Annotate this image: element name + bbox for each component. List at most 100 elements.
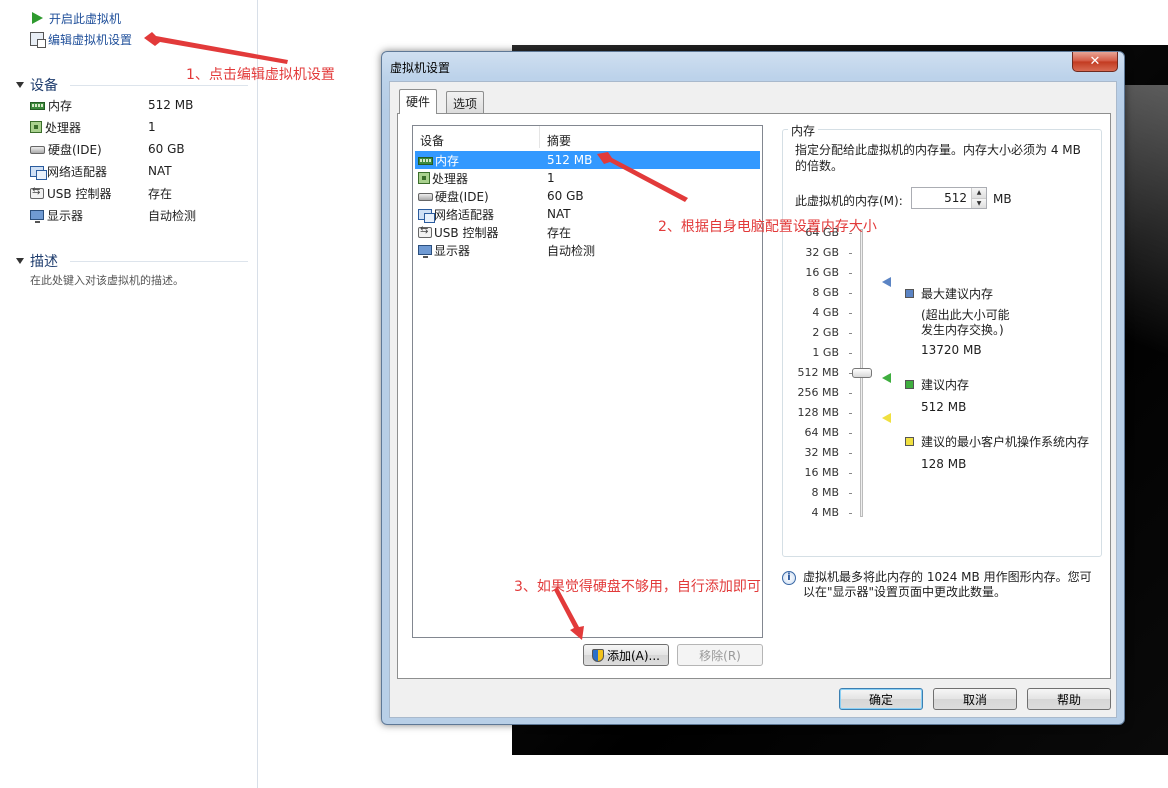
scale-tick-mark <box>849 493 852 494</box>
memory-size-input[interactable]: 512 ▲ ▼ <box>911 187 987 209</box>
scale-tick-mark <box>849 513 852 514</box>
memory-group: 内存 指定分配给此虚拟机的内存量。内存大小必须为 4 MB 的倍数。 此虚拟机的… <box>782 122 1102 557</box>
scale-tick-mark <box>849 253 852 254</box>
device-value: 60 GB <box>148 142 185 156</box>
collapse-triangle-icon <box>16 258 24 264</box>
tab-hardware[interactable]: 硬件 <box>399 89 438 114</box>
memory-size-value[interactable]: 512 <box>912 191 971 205</box>
row-summary: 1 <box>547 171 555 185</box>
device-list-header: 设备 摘要 <box>413 126 762 148</box>
recommended-color-icon <box>905 380 914 389</box>
cancel-button[interactable]: 取消 <box>933 688 1017 710</box>
device-list-row-memory[interactable]: 内存 512 MB <box>415 151 760 169</box>
vm-details-panel: 开启此虚拟机 编辑虚拟机设置 设备 内存 512 MB 处理器 1 硬盘(IDE… <box>0 0 258 788</box>
memory-field-label: 此虚拟机的内存(M): <box>795 194 903 208</box>
device-name: 硬盘(IDE) <box>48 142 102 157</box>
memory-spinner[interactable]: ▲ ▼ <box>971 188 986 208</box>
row-summary: 60 GB <box>547 189 584 203</box>
edit-settings-icon <box>30 32 46 48</box>
row-summary: 存在 <box>547 225 572 240</box>
memory-group-title: 内存 <box>788 122 819 139</box>
device-list-row-processor[interactable]: 处理器 1 <box>415 169 760 187</box>
section-divider <box>70 84 248 86</box>
usb-controller-icon <box>30 186 44 199</box>
device-row-display[interactable]: 显示器 自动检测 <box>30 204 240 226</box>
device-value: NAT <box>148 164 172 178</box>
scale-tick-mark <box>849 313 852 314</box>
network-adapter-icon <box>418 208 435 223</box>
scale-tick-label: 16 MB <box>804 466 839 479</box>
scale-tick-label: 4 MB <box>811 506 839 519</box>
max-recommended-color-icon <box>905 289 914 298</box>
description-section-header[interactable]: 描述 <box>16 251 248 271</box>
device-name: 网络适配器 <box>47 164 108 179</box>
device-list-row-hard-disk[interactable]: 硬盘(IDE) 60 GB <box>415 187 760 205</box>
device-list-row-display[interactable]: 显示器 自动检测 <box>415 241 760 259</box>
description-section-title: 描述 <box>30 254 58 270</box>
add-device-button[interactable]: 添加(A)... <box>583 644 669 666</box>
row-summary: 512 MB <box>547 153 593 167</box>
memory-slider-thumb[interactable] <box>852 368 872 378</box>
scale-tick-mark <box>849 273 852 274</box>
scale-tick-label: 64 MB <box>804 426 839 439</box>
help-button[interactable]: 帮助 <box>1027 688 1111 710</box>
remove-device-button[interactable]: 移除(R) <box>677 644 763 666</box>
display-icon <box>418 245 432 258</box>
scale-tick-mark <box>849 353 852 354</box>
processor-icon <box>30 121 42 133</box>
device-row-usb[interactable]: USB 控制器 存在 <box>30 182 240 204</box>
device-name: 处理器 <box>45 120 82 135</box>
memory-icon <box>418 157 433 165</box>
device-row-network[interactable]: 网络适配器 NAT <box>30 160 240 182</box>
power-on-label: 开启此虚拟机 <box>49 11 122 26</box>
row-device: 网络适配器 <box>434 207 495 222</box>
memory-description: 指定分配给此虚拟机的内存量。内存大小必须为 4 MB 的倍数。 <box>795 143 1081 173</box>
scale-tick-label: 8 GB <box>812 286 839 299</box>
scale-tick-mark <box>849 293 852 294</box>
device-value: 存在 <box>148 186 173 201</box>
scale-tick-mark <box>849 413 852 414</box>
scale-tick-label: 256 MB <box>797 386 839 399</box>
add-button-label: 添加(A)... <box>606 648 661 663</box>
row-device: 处理器 <box>432 171 469 186</box>
display-icon <box>30 210 44 223</box>
usb-controller-icon <box>418 225 432 238</box>
spin-up-button[interactable]: ▲ <box>972 188 986 199</box>
dialog-title: 虚拟机设置 <box>390 61 451 75</box>
scale-tick-mark <box>849 473 852 474</box>
section-divider <box>70 260 248 262</box>
column-header-summary[interactable]: 摘要 <box>540 126 762 148</box>
recommended-pointer-icon <box>882 373 891 383</box>
description-placeholder[interactable]: 在此处键入对该虚拟机的描述。 <box>30 272 184 288</box>
max-recommended-title: 最大建议内存 <box>921 287 994 301</box>
spin-down-button[interactable]: ▼ <box>972 198 986 208</box>
row-summary: NAT <box>547 207 571 221</box>
annotation-step-1: 1、点击编辑虚拟机设置 <box>186 67 335 83</box>
row-device: USB 控制器 <box>434 225 499 240</box>
device-name: 内存 <box>48 98 73 113</box>
collapse-triangle-icon <box>16 82 24 88</box>
device-value: 1 <box>148 120 156 134</box>
device-row-hard-disk[interactable]: 硬盘(IDE) 60 GB <box>30 138 240 160</box>
device-name: USB 控制器 <box>47 186 112 201</box>
scale-tick-mark <box>849 453 852 454</box>
vm-settings-dialog: 虚拟机设置 ✕ 硬件 选项 设备 摘要 内存 512 MB 处理器 1 硬盘(I… <box>381 51 1125 725</box>
uac-shield-icon <box>591 648 604 662</box>
close-button[interactable]: ✕ <box>1072 52 1118 72</box>
minimum-title: 建议的最小客户机操作系统内存 <box>921 435 1090 449</box>
max-recommended-note-2: 发生内存交换。) <box>921 323 1004 337</box>
device-list[interactable]: 设备 摘要 内存 512 MB 处理器 1 硬盘(IDE) 60 GB 网络适配… <box>412 125 763 638</box>
device-row-memory[interactable]: 内存 512 MB <box>30 94 240 116</box>
hard-disk-icon <box>30 146 45 154</box>
edit-vm-settings-command[interactable]: 编辑虚拟机设置 <box>30 30 132 48</box>
tab-options[interactable]: 选项 <box>446 91 485 113</box>
scale-tick-label: 16 GB <box>805 266 839 279</box>
power-on-command[interactable]: 开启此虚拟机 <box>30 9 121 27</box>
processor-icon <box>418 172 430 184</box>
device-row-processor[interactable]: 处理器 1 <box>30 116 240 138</box>
minimum-color-icon <box>905 437 914 446</box>
column-header-device[interactable]: 设备 <box>413 126 540 148</box>
row-summary: 自动检测 <box>547 243 596 258</box>
ok-button[interactable]: 确定 <box>839 688 923 710</box>
dialog-body: 硬件 选项 设备 摘要 内存 512 MB 处理器 1 硬盘(IDE) 60 G… <box>389 81 1117 718</box>
